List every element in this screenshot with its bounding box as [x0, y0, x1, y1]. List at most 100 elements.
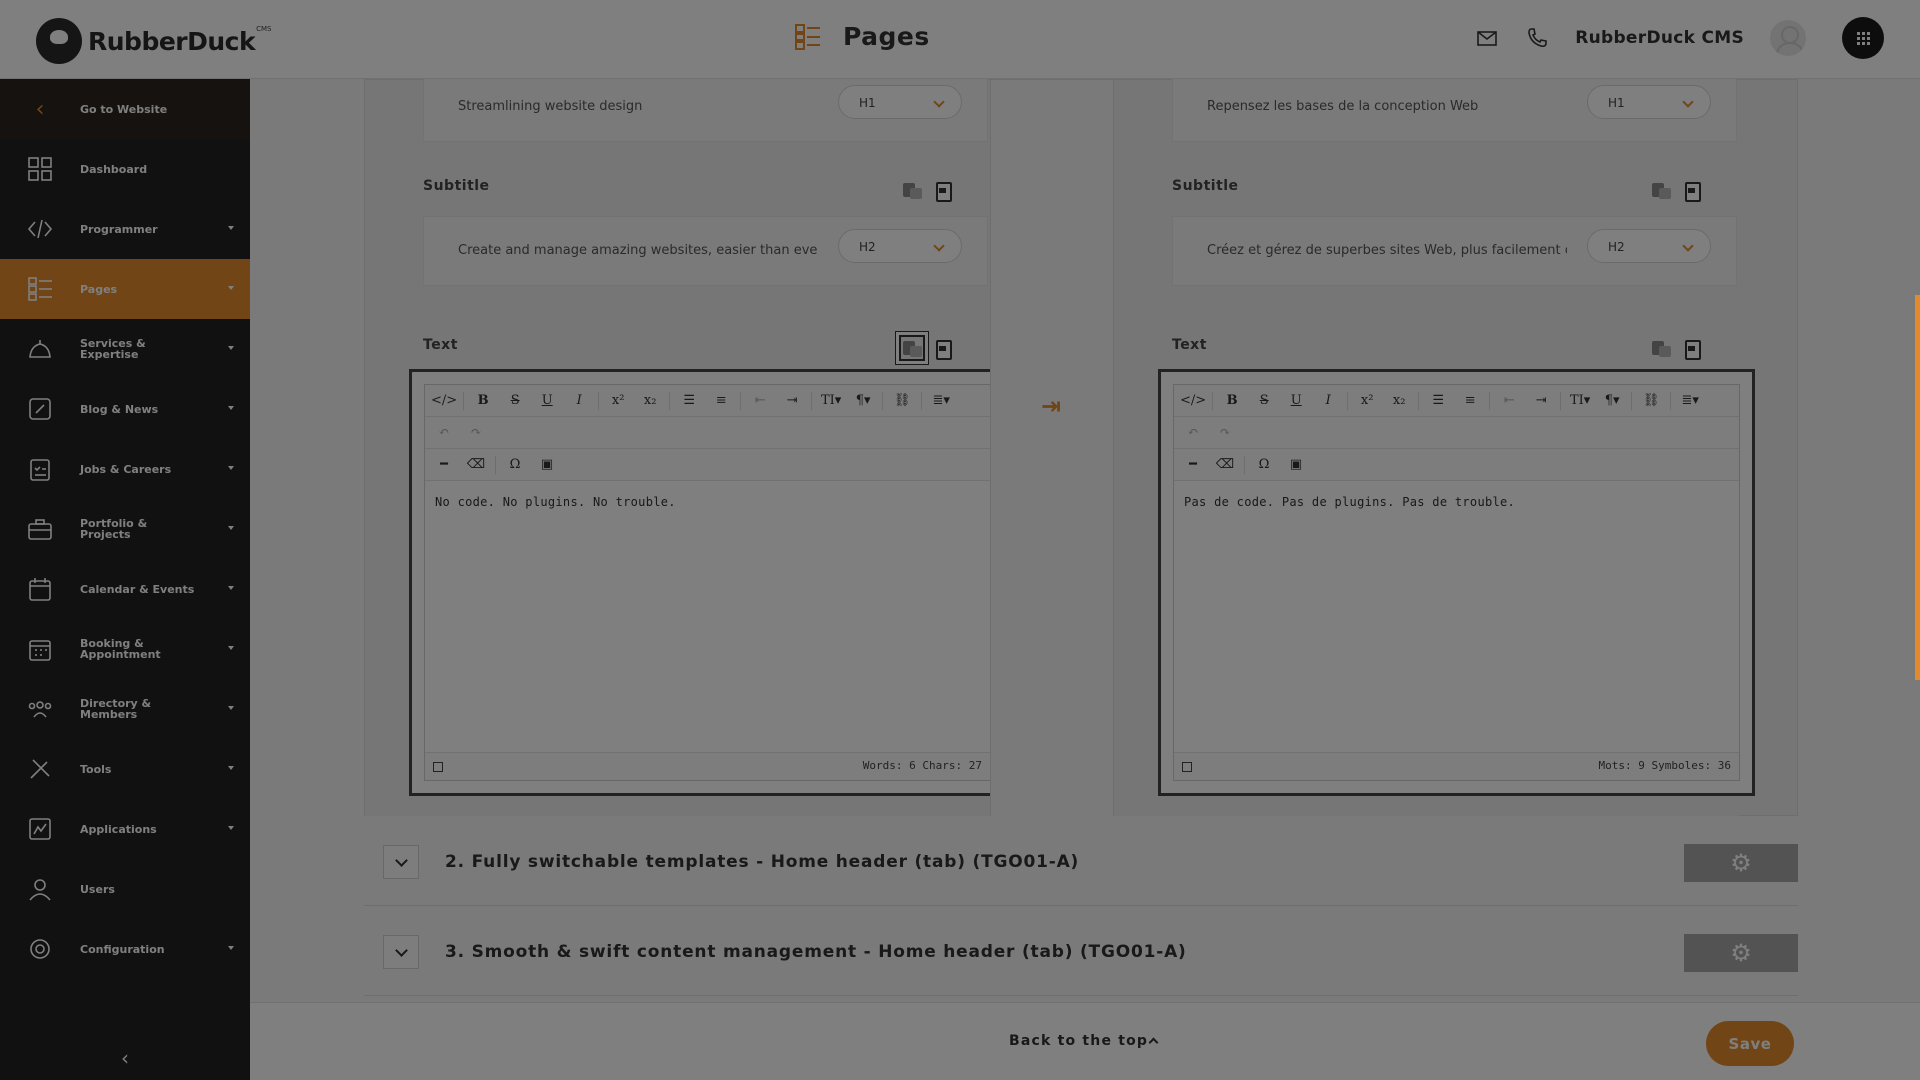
fullscreen-icon[interactable]: ▣ [534, 452, 560, 478]
bold-icon[interactable]: B [1219, 388, 1245, 414]
superscript-icon[interactable]: x² [605, 388, 631, 414]
translate-icon[interactable] [901, 179, 923, 201]
editor-content[interactable]: Pas de code. Pas de plugins. Pas de trou… [1174, 481, 1739, 751]
font-size-icon[interactable]: TI▾ [818, 388, 844, 414]
special-char-icon[interactable]: Ω [1251, 452, 1277, 478]
document-icon[interactable] [931, 179, 953, 202]
underline-icon[interactable]: U [1283, 388, 1309, 414]
blog-icon [0, 396, 80, 422]
link-icon[interactable]: ⛓ [889, 388, 915, 414]
save-button[interactable]: Save [1706, 1021, 1794, 1066]
apps-menu-button[interactable] [1842, 17, 1884, 59]
document-icon[interactable] [1680, 179, 1702, 202]
user-name[interactable]: RubberDuck CMS [1575, 28, 1744, 48]
expand-toggle-button[interactable] [383, 935, 419, 969]
top-header: RubberDuck CMS Pages RubberDuck CMS [0, 0, 1920, 79]
title-level-value: H1 [859, 96, 876, 110]
sidebar-item-booking-appointment[interactable]: Booking & Appointment [0, 619, 250, 679]
eraser-icon[interactable]: ⌫ [463, 452, 489, 478]
eraser-icon[interactable]: ⌫ [1212, 452, 1238, 478]
translate-icon[interactable] [1650, 179, 1672, 201]
indent-icon[interactable]: ⇥ [779, 388, 805, 414]
superscript-icon[interactable]: x² [1354, 388, 1380, 414]
sidebar-item-programmer[interactable]: Programmer [0, 199, 250, 259]
phone-icon[interactable] [1525, 26, 1549, 50]
mail-icon[interactable] [1475, 26, 1499, 50]
document-icon[interactable] [931, 337, 953, 360]
avatar[interactable] [1770, 20, 1806, 56]
underline-icon[interactable]: U [534, 388, 560, 414]
align-icon[interactable]: ≣▾ [928, 388, 954, 414]
expand-toggle-button[interactable] [383, 845, 419, 879]
outdent-icon[interactable]: ⇤ [747, 388, 773, 414]
special-char-icon[interactable]: Ω [502, 452, 528, 478]
redo-icon[interactable]: ↷ [1212, 420, 1238, 446]
sidebar-item-services-expertise[interactable]: Services & Expertise [0, 319, 250, 379]
sidebar-item-directory-members[interactable]: Directory & Members [0, 679, 250, 739]
sidebar-item-blog-news[interactable]: Blog & News [0, 379, 250, 439]
fullscreen-icon[interactable]: ▣ [1283, 452, 1309, 478]
subtitle-input[interactable]: Créez et gérez de superbes sites Web, pl… [1207, 243, 1567, 258]
paragraph-icon[interactable]: ¶▾ [1599, 388, 1625, 414]
section-row: 3. Smooth & swift content management - H… [364, 906, 1798, 996]
title-level-select[interactable]: H1 [1587, 85, 1711, 119]
subtitle-level-select[interactable]: H2 [1587, 229, 1711, 263]
chevron-down-icon [228, 466, 234, 470]
document-icon[interactable] [1680, 337, 1702, 360]
title-level-select[interactable]: H1 [838, 85, 962, 119]
align-icon[interactable]: ≣▾ [1677, 388, 1703, 414]
sidebar-item-calendar-events[interactable]: Calendar & Events [0, 559, 250, 619]
settings-button[interactable]: ⚙ [1684, 934, 1798, 972]
redo-icon[interactable]: ↷ [463, 420, 489, 446]
font-size-icon[interactable]: TI▾ [1567, 388, 1593, 414]
bold-icon[interactable]: B [470, 388, 496, 414]
editor-toolbar-row3: ━ ⌫ Ω ▣ [425, 449, 990, 481]
copy-arrow-icon[interactable]: ⇥ [1041, 392, 1061, 420]
back-to-top-link[interactable]: Back to the top [1009, 1033, 1148, 1049]
code-view-icon[interactable]: </> [1180, 388, 1206, 414]
sidebar-item-tools[interactable]: Tools [0, 739, 250, 799]
editor-content[interactable]: No code. No plugins. No trouble. [425, 481, 990, 751]
subtitle-level-select[interactable]: H2 [838, 229, 962, 263]
sidebar-item-users[interactable]: Users [0, 859, 250, 919]
chevron-down-icon [228, 286, 234, 290]
sidebar-item-portfolio-projects[interactable]: Portfolio & Projects [0, 499, 250, 559]
chevron-up-icon[interactable] [1148, 1037, 1159, 1048]
bulleted-list-icon[interactable]: ☰ [676, 388, 702, 414]
title-input[interactable]: Streamlining website design [458, 99, 818, 114]
go-to-website-link[interactable]: ‹ Go to Website [0, 79, 250, 139]
subtitle-input[interactable]: Create and manage amazing websites, easi… [458, 243, 818, 258]
scrollbar-thumb[interactable] [1915, 295, 1920, 680]
undo-icon[interactable]: ↶ [431, 420, 457, 446]
sidebar-item-pages[interactable]: Pages [0, 259, 250, 319]
horizontal-rule-icon[interactable]: ━ [1180, 452, 1206, 478]
italic-icon[interactable]: I [566, 388, 592, 414]
numbered-list-icon[interactable]: ≡ [1457, 388, 1483, 414]
outdent-icon[interactable]: ⇤ [1496, 388, 1522, 414]
translate-icon[interactable] [1650, 337, 1672, 359]
sidebar-item-dashboard[interactable]: Dashboard [0, 139, 250, 199]
horizontal-rule-icon[interactable]: ━ [431, 452, 457, 478]
numbered-list-icon[interactable]: ≡ [708, 388, 734, 414]
sidebar-item-jobs-careers[interactable]: Jobs & Careers [0, 439, 250, 499]
indent-icon[interactable]: ⇥ [1528, 388, 1554, 414]
link-icon[interactable]: ⛓ [1638, 388, 1664, 414]
sidebar-item-configuration[interactable]: Configuration [0, 919, 250, 979]
collapse-sidebar-button[interactable]: ‹ [0, 1046, 250, 1070]
chevron-down-icon [228, 946, 234, 950]
title-input[interactable]: Repensez les bases de la conception Web [1207, 99, 1567, 114]
settings-button[interactable]: ⚙ [1684, 844, 1798, 882]
strikethrough-icon[interactable]: S [1251, 388, 1277, 414]
clipboard-icon [0, 456, 80, 482]
subscript-icon[interactable]: x₂ [1386, 388, 1412, 414]
code-view-icon[interactable]: </> [431, 388, 457, 414]
sidebar-item-applications[interactable]: Applications [0, 799, 250, 859]
translate-icon[interactable] [896, 332, 928, 364]
paragraph-icon[interactable]: ¶▾ [850, 388, 876, 414]
subscript-icon[interactable]: x₂ [637, 388, 663, 414]
undo-icon[interactable]: ↶ [1180, 420, 1206, 446]
bulleted-list-icon[interactable]: ☰ [1425, 388, 1451, 414]
italic-icon[interactable]: I [1315, 388, 1341, 414]
strikethrough-icon[interactable]: S [502, 388, 528, 414]
logo[interactable]: RubberDuck CMS [36, 18, 272, 64]
